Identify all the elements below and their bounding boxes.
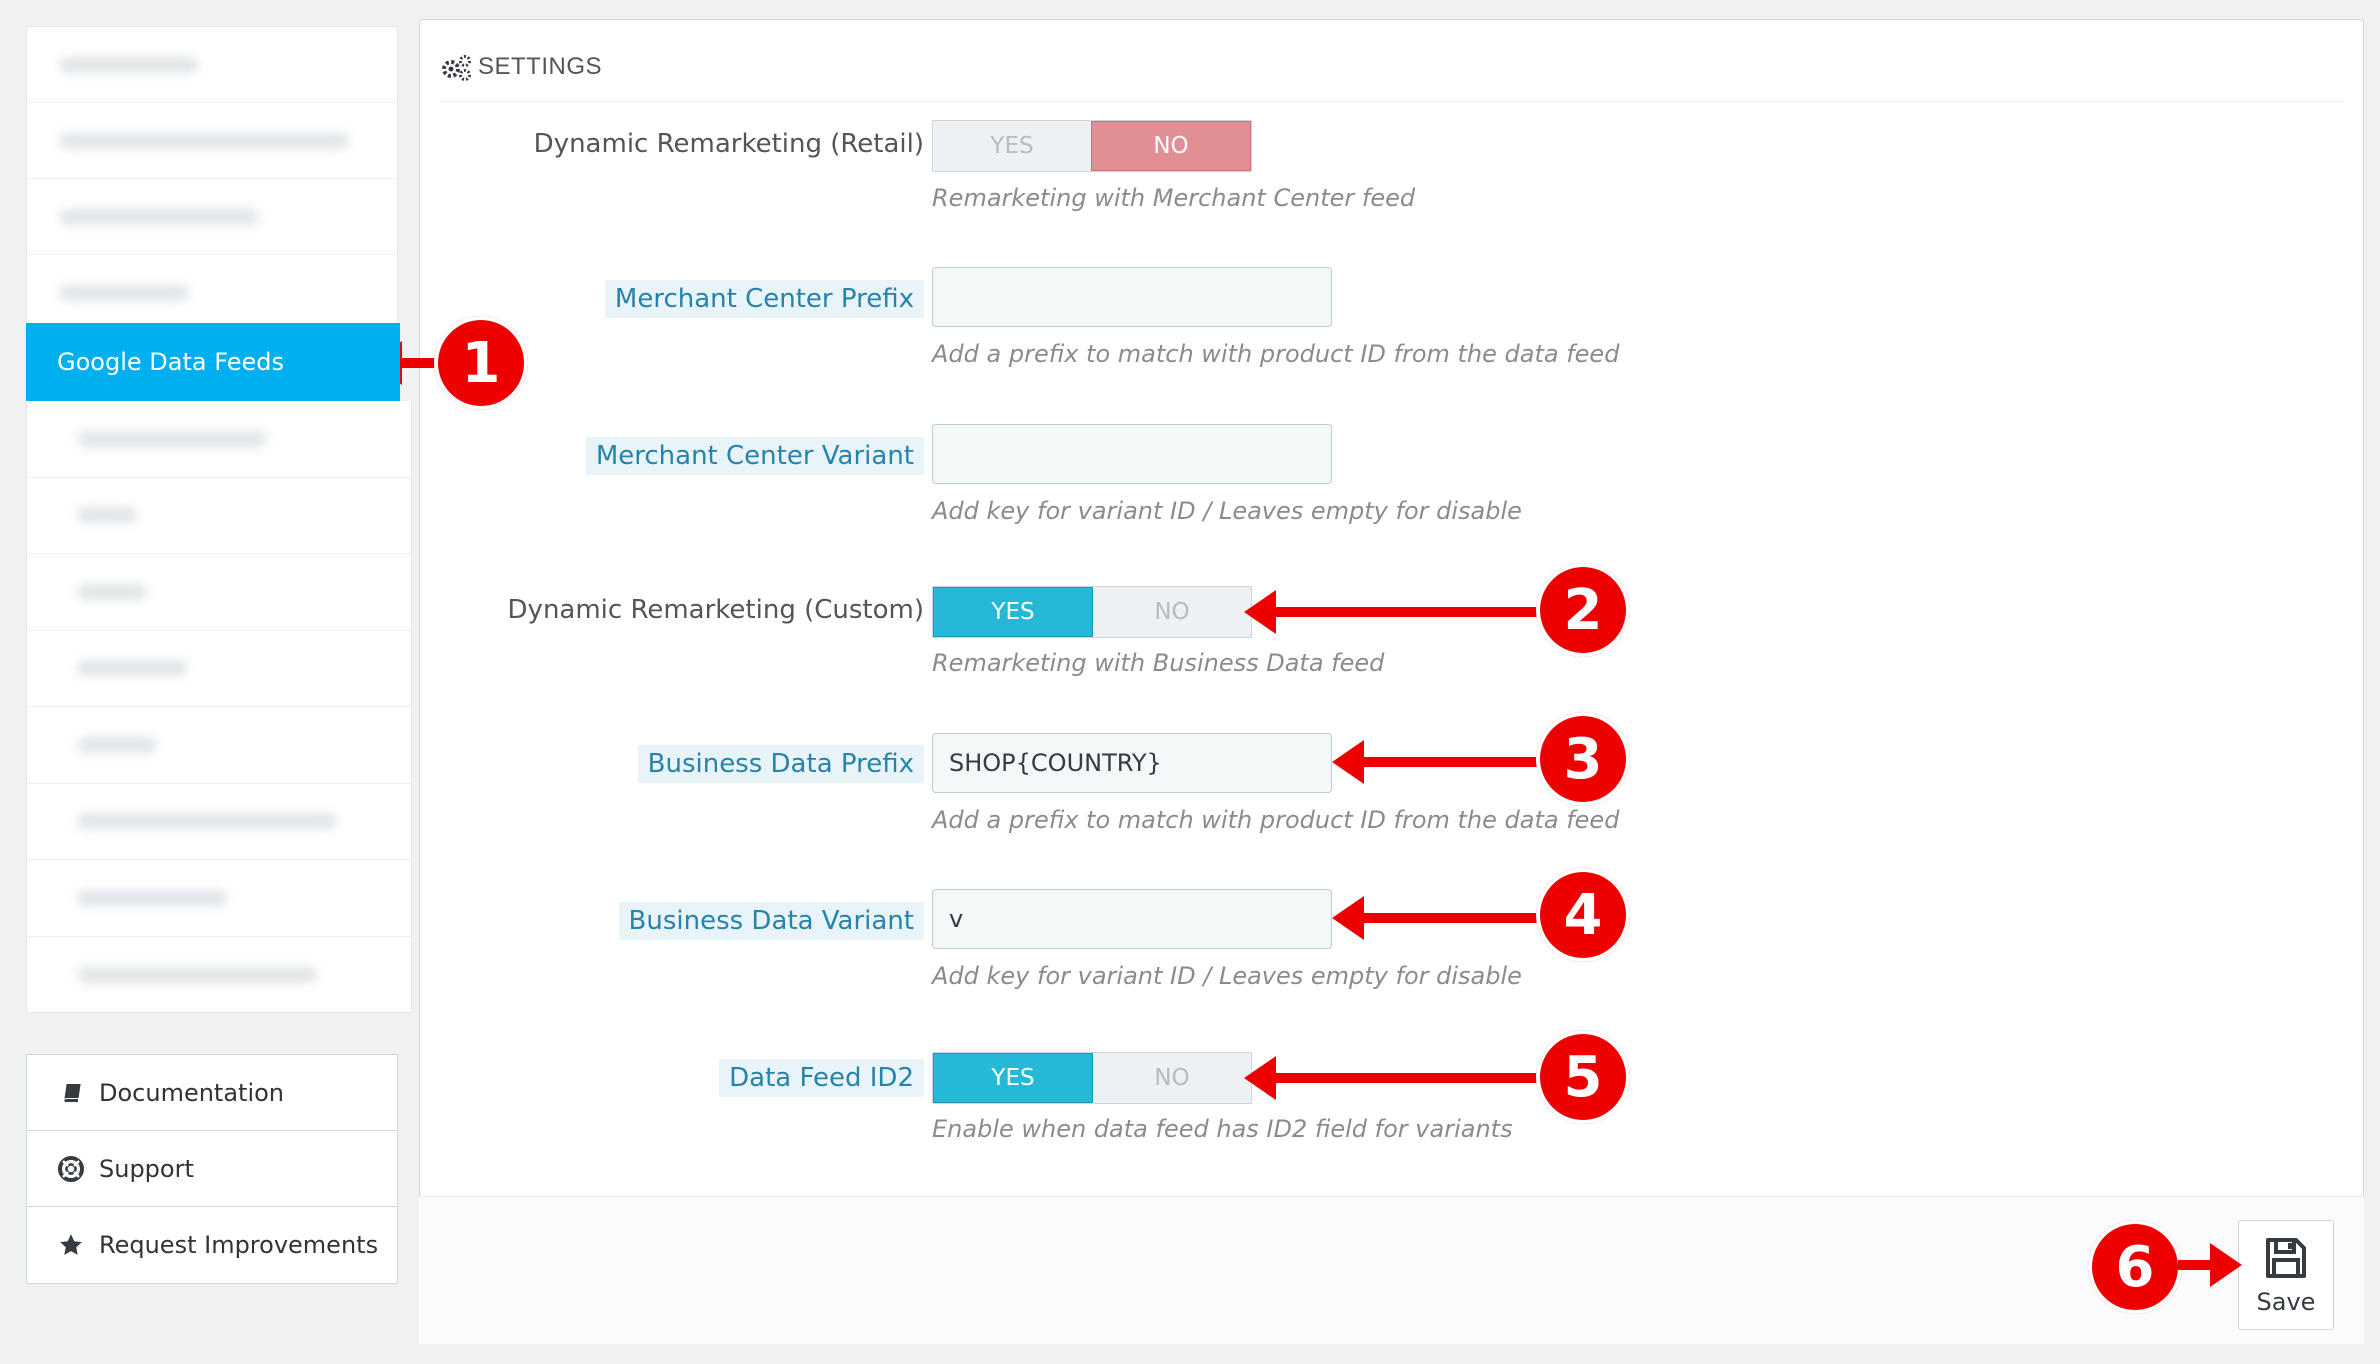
merchant-center-prefix-input[interactable]	[932, 267, 1332, 327]
cogs-icon	[442, 54, 471, 81]
dynamic-remarketing-custom-label: Dynamic Remarketing (Custom)	[507, 595, 924, 625]
sidebar-item-blurred[interactable]	[27, 478, 411, 554]
sidebar-item-blurred[interactable]	[27, 784, 411, 860]
help-text: Enable when data feed has ID2 field for …	[932, 1115, 1513, 1143]
floppy-disk-icon	[2266, 1238, 2306, 1278]
annotation-badge: 2	[1536, 563, 1630, 657]
save-label: Save	[2256, 1288, 2316, 1316]
switch-yes[interactable]: YES	[933, 121, 1091, 171]
annotation-arrow	[370, 341, 438, 385]
annotation-arrow	[1244, 1056, 1542, 1100]
settings-panel: SETTINGS	[419, 19, 2364, 1344]
sidebar-item-blurred[interactable]	[27, 179, 397, 255]
sidebar-menu-sub	[26, 401, 412, 1013]
help-text: Remarketing with Business Data feed	[932, 649, 1385, 677]
panel-footer	[419, 1196, 2364, 1344]
sidebar-item-blurred[interactable]	[27, 860, 411, 937]
panel-title: SETTINGS	[478, 52, 603, 80]
annotation-arrow	[2178, 1243, 2242, 1287]
panel-heading: SETTINGS	[440, 32, 2343, 102]
sidebar-item-blurred[interactable]	[27, 255, 397, 331]
data-feed-id2-label: Data Feed ID2	[719, 1059, 924, 1097]
sidebar-item-label: Google Data Feeds	[57, 348, 284, 376]
module-sidebar	[26, 26, 398, 331]
sidebar-item-google-data-feeds[interactable]: Google Data Feeds	[26, 323, 400, 401]
business-data-variant-label: Business Data Variant	[618, 902, 924, 940]
sidebar-menu-top	[26, 26, 398, 331]
annotation-arrow	[1332, 896, 1542, 940]
help-text: Add a prefix to match with product ID fr…	[932, 340, 1620, 368]
sidebar-item-blurred[interactable]	[27, 27, 397, 103]
merchant-center-prefix-label: Merchant Center Prefix	[604, 280, 924, 318]
sidebar-item-blurred[interactable]	[27, 103, 397, 179]
annotation-badge: 3	[1536, 712, 1630, 806]
annotation-badge: 4	[1536, 868, 1630, 962]
support-label: Support	[99, 1154, 194, 1183]
dynamic-remarketing-retail-switch[interactable]: YES NO	[932, 120, 1252, 172]
sidebar-item-blurred[interactable]	[27, 937, 411, 1014]
help-text: Add key for variant ID / Leaves empty fo…	[932, 962, 1522, 990]
switch-yes[interactable]: YES	[933, 587, 1093, 637]
request-improvements-link[interactable]: Request Improvements	[27, 1207, 397, 1283]
dynamic-remarketing-retail-label: Dynamic Remarketing (Retail)	[533, 129, 924, 159]
merchant-center-variant-input[interactable]	[932, 424, 1332, 484]
dynamic-remarketing-custom-switch[interactable]: YES NO	[932, 586, 1252, 638]
annotation-badge: 1	[434, 316, 528, 410]
switch-yes[interactable]: YES	[933, 1053, 1093, 1103]
annotation-badge: 6	[2088, 1220, 2182, 1314]
sidebar-item-blurred[interactable]	[27, 707, 411, 784]
sidebar-item-blurred[interactable]	[27, 631, 411, 707]
help-text: Add key for variant ID / Leaves empty fo…	[932, 497, 1522, 525]
annotation-badge: 5	[1536, 1030, 1630, 1124]
business-data-variant-input[interactable]: v	[932, 889, 1332, 949]
business-data-prefix-label: Business Data Prefix	[637, 745, 924, 783]
switch-no[interactable]: NO	[1091, 121, 1251, 171]
switch-no[interactable]: NO	[1093, 1053, 1251, 1103]
request-improvements-label: Request Improvements	[99, 1231, 379, 1259]
sidebar-item-blurred[interactable]	[27, 401, 411, 478]
support-link[interactable]: Support	[27, 1131, 397, 1207]
book-icon	[57, 1079, 85, 1107]
life-ring-icon	[57, 1155, 85, 1183]
help-text: Remarketing with Merchant Center feed	[932, 184, 1416, 212]
help-links: Documentation Support Request Improvemen…	[26, 1054, 398, 1284]
business-data-prefix-input[interactable]: SHOP{COUNTRY}	[932, 733, 1332, 793]
annotation-arrow	[1332, 740, 1542, 784]
help-text: Add a prefix to match with product ID fr…	[932, 806, 1620, 834]
data-feed-id2-switch[interactable]: YES NO	[932, 1052, 1252, 1104]
merchant-center-variant-label: Merchant Center Variant	[585, 437, 924, 475]
documentation-link[interactable]: Documentation	[27, 1055, 397, 1131]
annotation-arrow	[1244, 590, 1542, 634]
sidebar-item-blurred[interactable]	[27, 554, 411, 631]
save-button[interactable]: Save	[2238, 1220, 2334, 1330]
switch-no[interactable]: NO	[1093, 587, 1251, 637]
documentation-label: Documentation	[99, 1078, 285, 1107]
star-icon	[57, 1231, 85, 1259]
